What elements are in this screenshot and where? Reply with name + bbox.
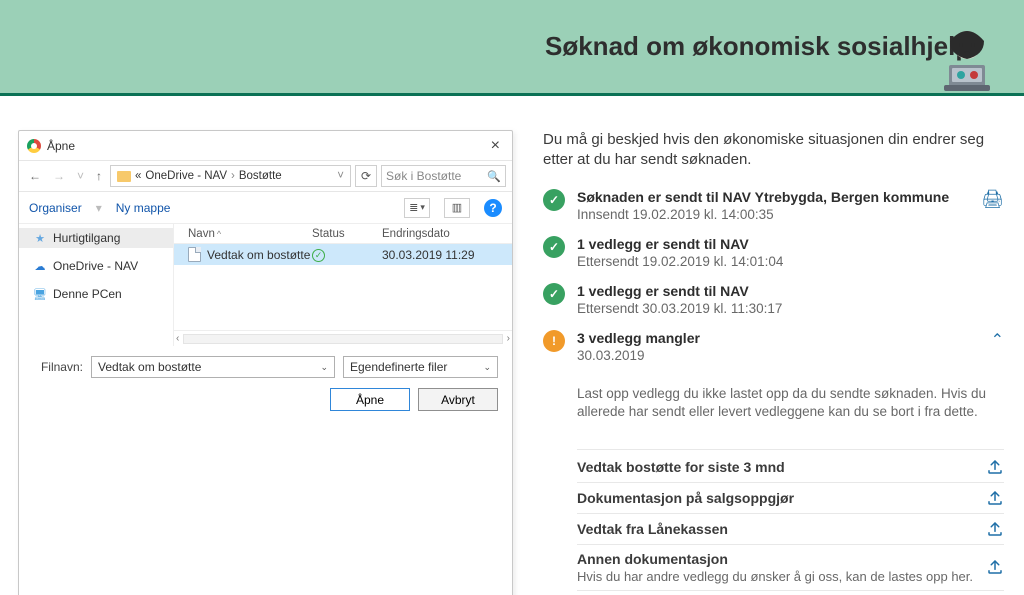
nav-recent-icon[interactable]: ˅ (73, 167, 88, 185)
filename-label: Filnavn: (33, 360, 83, 374)
search-placeholder: Søk i Bostøtte (386, 169, 461, 183)
upload-icon[interactable] (986, 458, 1004, 476)
collapse-icon[interactable]: ⌃ (991, 330, 1004, 363)
new-folder-button[interactable]: Ny mappe (116, 201, 171, 215)
pc-icon: 🖥 (33, 288, 47, 300)
check-icon: ✓ (543, 189, 565, 211)
attachment-list: Vedtak bostøtte for siste 3 mnd Dokumenta… (577, 449, 1004, 591)
dialog-title: Åpne (47, 139, 75, 153)
attachment-label: Vedtak fra Lånekassen (577, 521, 728, 537)
help-icon[interactable]: ? (484, 199, 502, 217)
warning-icon: ! (543, 330, 565, 352)
status-panel: Du må gi beskjed hvis den økonomiske sit… (543, 130, 1004, 595)
check-icon: ✓ (543, 283, 565, 305)
preview-pane-button[interactable]: ▥ (444, 198, 470, 218)
organize-menu[interactable]: Organiser (29, 201, 82, 215)
file-list: Vedtak om bostøtte ✓ 30.03.2019 11:29 (174, 244, 512, 330)
file-column-headers[interactable]: Navn^ Status Endringsdato (174, 224, 512, 244)
attachment-item: Vedtak bostøtte for siste 3 mnd (577, 449, 1004, 483)
sidebar-item-this-pc[interactable]: 🖥Denne PCen (19, 284, 173, 304)
status-subtitle: Innsendt 19.02.2019 kl. 14:00:35 (577, 207, 969, 222)
cancel-button[interactable]: Avbryt (418, 388, 498, 411)
view-mode-button[interactable]: ≣▾ (404, 198, 430, 218)
header-banner: Søknad om økonomisk sosialhjelp (0, 0, 1024, 96)
check-icon: ✓ (543, 236, 565, 258)
document-icon (188, 247, 201, 262)
attachment-label: Vedtak bostøtte for siste 3 mnd (577, 459, 785, 475)
dialog-titlebar: Åpne × (19, 131, 512, 160)
upload-icon[interactable] (986, 489, 1004, 507)
dialog-sidebar: ★Hurtigtilgang ☁OneDrive - NAV 🖥Denne PC… (19, 224, 174, 346)
close-icon[interactable]: × (487, 137, 504, 155)
status-title: 1 vedlegg er sendt til NAV (577, 283, 1004, 299)
file-row[interactable]: Vedtak om bostøtte ✓ 30.03.2019 11:29 (174, 244, 512, 265)
status-subtitle: Ettersendt 19.02.2019 kl. 14:01:04 (577, 254, 1004, 269)
cloud-icon: ☁ (33, 260, 47, 272)
print-icon[interactable]: 🖨 (981, 189, 1004, 222)
sidebar-item-quick-access[interactable]: ★Hurtigtilgang (19, 228, 173, 248)
attachment-item: Dokumentasjon på salgsoppgjør (577, 483, 1004, 514)
attachment-label: Annen dokumentasjon (577, 551, 973, 567)
status-subtitle: 30.03.2019 (577, 348, 979, 363)
sidebar-item-onedrive[interactable]: ☁OneDrive - NAV (19, 256, 173, 276)
chrome-icon (27, 139, 41, 153)
attachment-item: Vedtak fra Lånekassen (577, 514, 1004, 545)
file-open-dialog: Åpne × ← → ˅ ↑ « OneDrive - NAV › Bostøt… (18, 130, 513, 595)
upload-icon[interactable] (986, 558, 1004, 576)
status-item: ✓ 1 vedlegg er sendt til NAV Ettersendt 30… (543, 283, 1004, 316)
search-icon: 🔍 (487, 170, 501, 183)
avatar-icon (932, 23, 1002, 93)
dialog-nav-row: ← → ˅ ↑ « OneDrive - NAV › Bostøtte ˅ ⟳ … (19, 160, 512, 192)
breadcrumb[interactable]: « OneDrive - NAV › Bostøtte ˅ (110, 165, 351, 187)
status-title: Søknaden er sendt til NAV Ytrebygda, Ber… (577, 189, 969, 205)
filename-input[interactable]: Vedtak om bostøtte ⌄ (91, 356, 335, 378)
refresh-icon[interactable]: ⟳ (355, 165, 377, 187)
attachment-item: Annen dokumentasjon Hvis du har andre ved… (577, 545, 1004, 591)
upload-icon[interactable] (986, 520, 1004, 538)
status-item: ✓ 1 vedlegg er sendt til NAV Ettersendt 19… (543, 236, 1004, 269)
attachment-label: Dokumentasjon på salgsoppgjør (577, 490, 794, 506)
chevron-down-icon[interactable]: ⌄ (320, 362, 328, 373)
horizontal-scrollbar[interactable]: ‹› (174, 330, 512, 346)
star-icon: ★ (33, 232, 47, 244)
page-title: Søknad om økonomisk sosialhjelp (545, 32, 971, 62)
chevron-down-icon[interactable]: ˅ (337, 170, 344, 182)
status-subtitle: Ettersendt 30.03.2019 kl. 11:30:17 (577, 301, 1004, 316)
nav-forward-icon[interactable]: → (49, 167, 69, 185)
status-title: 3 vedlegg mangler (577, 330, 979, 346)
attachment-help: Hvis du har andre vedlegg du ønsker å gi… (577, 569, 973, 584)
status-item: ! 3 vedlegg mangler 30.03.2019 ⌃ (543, 330, 1004, 363)
expand-help-text: Last opp vedlegg du ikke lastet opp da d… (577, 385, 1004, 421)
nav-back-icon[interactable]: ← (25, 167, 45, 185)
folder-icon (117, 171, 131, 182)
status-title: 1 vedlegg er sendt til NAV (577, 236, 1004, 252)
filetype-select[interactable]: Egendefinerte filer ⌄ (343, 356, 498, 378)
nav-up-icon[interactable]: ↑ (92, 167, 106, 185)
chevron-down-icon: ⌄ (483, 362, 491, 373)
search-input[interactable]: Søk i Bostøtte 🔍 (381, 165, 506, 187)
notice-text: Du må gi beskjed hvis den økonomiske sit… (543, 130, 1004, 171)
open-button[interactable]: Åpne (330, 388, 410, 411)
synced-icon: ✓ (312, 249, 325, 262)
status-item: ✓ Søknaden er sendt til NAV Ytrebygda, Be… (543, 189, 1004, 222)
